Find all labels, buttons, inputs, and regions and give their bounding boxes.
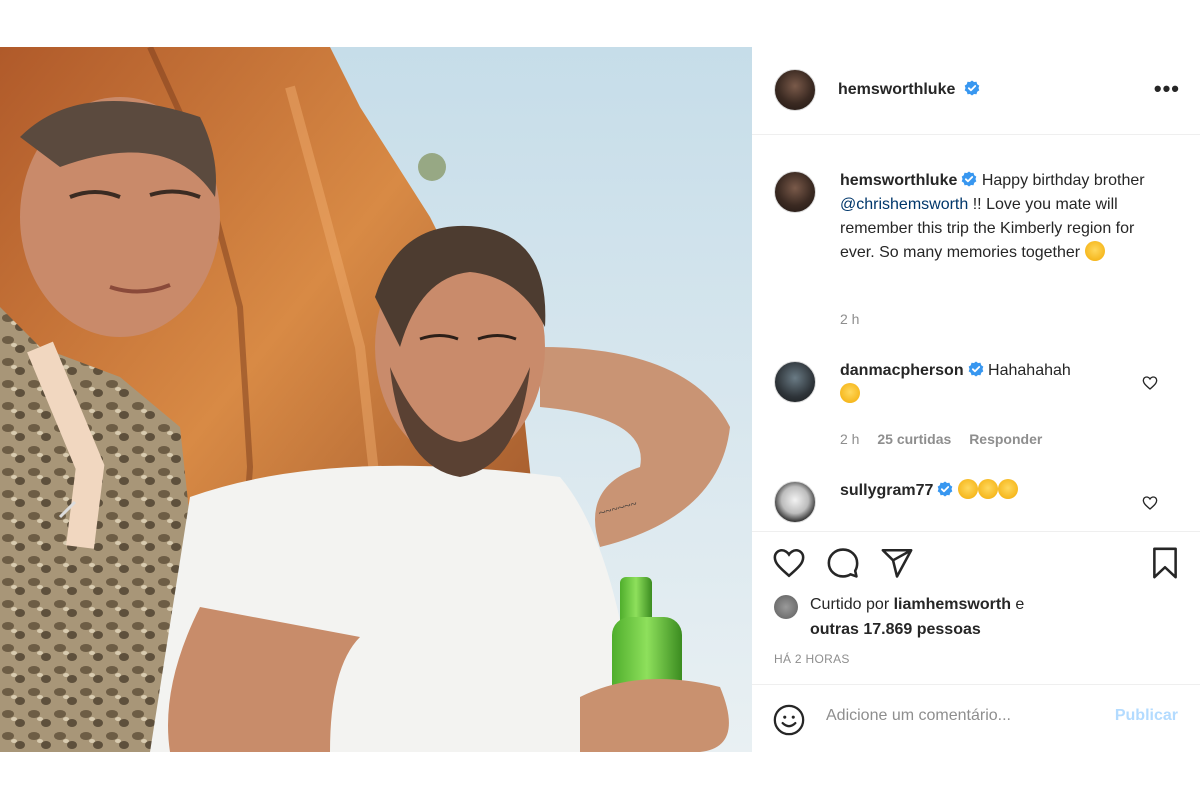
- likes-others-link[interactable]: outras 17.869 pessoas: [810, 621, 981, 638]
- add-comment-bar: Adicione um comentário... Publicar: [752, 684, 1200, 753]
- caption-username[interactable]: hemsworthluke: [840, 172, 957, 189]
- comment-body: Hahahahah: [988, 362, 1071, 379]
- comment-item: sullygram77: [774, 479, 1184, 531]
- caption-meta: 2 h: [840, 311, 873, 327]
- comment-bubble-icon[interactable]: [826, 546, 860, 580]
- likes-prefix: Curtido por: [810, 596, 890, 613]
- comments-list: hemsworthluke Happy birthday brother @ch…: [752, 135, 1200, 531]
- author-username[interactable]: hemsworthluke: [838, 81, 955, 98]
- verified-badge-icon: [962, 171, 977, 187]
- likes-summary: Curtido por liamhemsworth e outras 17.86…: [774, 592, 1174, 642]
- author-avatar[interactable]: [774, 69, 816, 111]
- comment-input[interactable]: Adicione um comentário...: [826, 707, 1011, 725]
- author-name-row: hemsworthluke: [838, 80, 980, 99]
- emoji-smiley-icon[interactable]: [772, 703, 806, 737]
- laughing-emoji-icon: [840, 383, 860, 403]
- publish-button[interactable]: Publicar: [1115, 707, 1178, 725]
- verified-badge-icon: [964, 80, 980, 96]
- more-options-icon[interactable]: •••: [1154, 78, 1180, 100]
- post-header: hemsworthluke •••: [752, 47, 1200, 135]
- verified-badge-icon: [968, 361, 983, 377]
- post-timestamp[interactable]: HÁ 2 HORAS: [774, 652, 850, 666]
- laughing-emoji-icon: [997, 479, 1018, 499]
- caption-time[interactable]: 2 h: [840, 311, 859, 327]
- liker-avatar[interactable]: [774, 595, 798, 619]
- comment-avatar[interactable]: [774, 361, 816, 403]
- comment-item: danmacpherson Hahahahah 2 h 25 curtidas …: [774, 361, 1184, 451]
- likes-text: Curtido por liamhemsworth e outras 17.86…: [774, 592, 1174, 642]
- laughing-emoji-icon: [977, 479, 998, 499]
- caption-text-before: Happy birthday brother: [981, 172, 1145, 189]
- post-actions: Curtido por liamhemsworth e outras 17.86…: [752, 531, 1200, 752]
- verified-badge-icon: [938, 481, 953, 497]
- comment-like-heart-icon[interactable]: [1142, 495, 1158, 511]
- share-send-icon[interactable]: [880, 546, 914, 580]
- post-side-panel: hemsworthluke ••• hemsworthluke Happy bi…: [752, 47, 1200, 752]
- laughing-emoji-icon: [1084, 241, 1105, 261]
- save-bookmark-icon[interactable]: [1148, 546, 1182, 580]
- like-heart-icon[interactable]: [772, 546, 806, 580]
- laughing-emoji-icon: [957, 479, 978, 499]
- caption-mention-link[interactable]: @chrishemsworth: [840, 196, 968, 213]
- comment-username[interactable]: sullygram77: [840, 482, 933, 499]
- caption-avatar[interactable]: [774, 171, 816, 213]
- comment-time[interactable]: 2 h: [840, 431, 859, 447]
- comment-meta: 2 h 25 curtidas Responder: [840, 431, 1056, 447]
- comment-reply-button[interactable]: Responder: [969, 431, 1042, 447]
- caption-item: hemsworthluke Happy birthday brother @ch…: [774, 169, 1184, 327]
- caption-text: hemsworthluke Happy birthday brother @ch…: [840, 169, 1160, 265]
- likes-conj: e: [1015, 596, 1025, 613]
- comment-likes-count[interactable]: 25 curtidas: [877, 431, 951, 447]
- liker-username[interactable]: liamhemsworth: [894, 596, 1011, 613]
- comment-username[interactable]: danmacpherson: [840, 362, 964, 379]
- comment-text: sullygram77: [840, 479, 1160, 503]
- comment-like-heart-icon[interactable]: [1142, 375, 1158, 391]
- comment-text: danmacpherson Hahahahah: [840, 359, 1160, 407]
- comment-avatar[interactable]: [774, 481, 816, 523]
- photo-illustration: ~~~~~~: [0, 47, 752, 752]
- post-photo[interactable]: ~~~~~~: [0, 47, 752, 752]
